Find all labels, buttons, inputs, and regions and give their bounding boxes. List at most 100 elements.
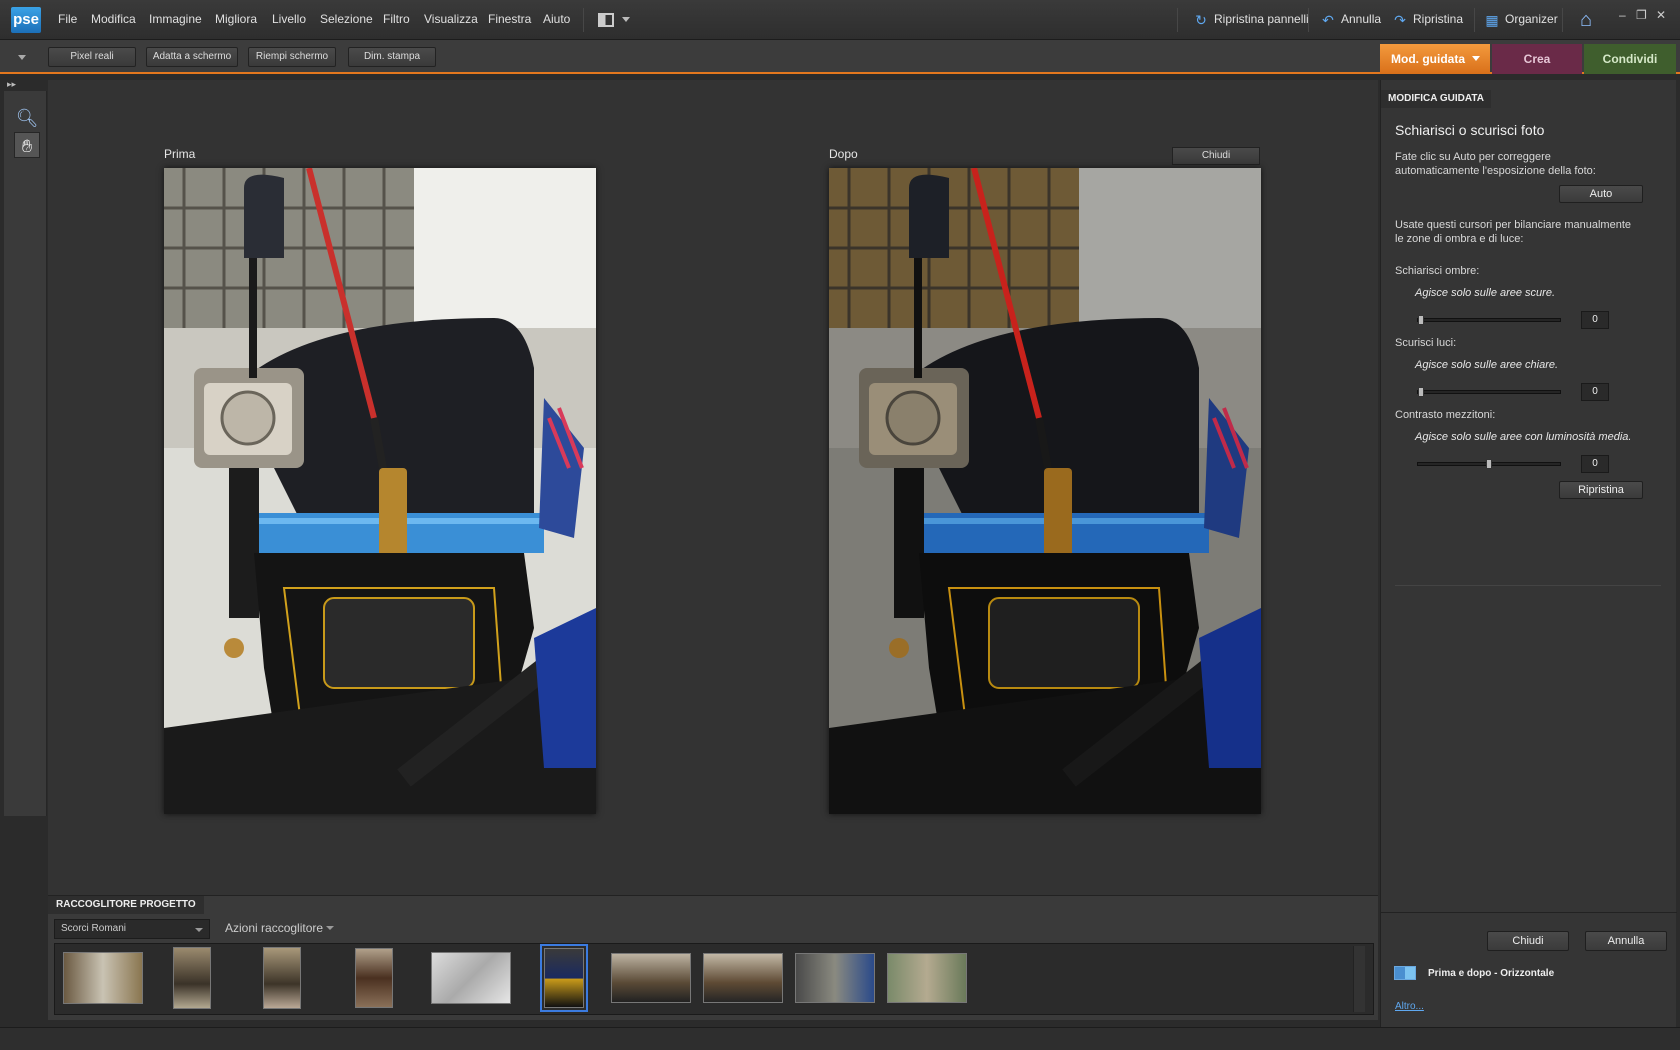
fit-screen-button[interactable]: Adatta a schermo xyxy=(146,47,238,67)
midtone-label: Contrasto mezzitoni: xyxy=(1395,409,1496,421)
hand-tool-icon[interactable]: ✋︎ xyxy=(14,132,40,158)
menu-livello[interactable]: Livello xyxy=(272,12,306,26)
menu-immagine[interactable]: Immagine xyxy=(149,12,202,26)
chevron-down-icon xyxy=(622,17,630,22)
tab-share[interactable]: Condividi xyxy=(1584,44,1676,74)
thumbnail[interactable] xyxy=(703,953,783,1003)
layout-button[interactable] xyxy=(598,11,632,29)
menu-aiuto[interactable]: Aiuto xyxy=(543,12,570,26)
reset-panels-label: Ripristina pannelli xyxy=(1214,12,1309,26)
before-photo[interactable] xyxy=(164,168,596,814)
done-button[interactable]: Chiudi xyxy=(1487,931,1569,951)
menu-migliora[interactable]: Migliora xyxy=(215,12,257,26)
before-label: Prima xyxy=(164,147,196,161)
guided-edit-panel: MODIFICA GUIDATA Schiarisci o scurisci f… xyxy=(1380,80,1677,1027)
redo-button[interactable]: ↷ Ripristina xyxy=(1392,12,1463,27)
auto-button[interactable]: Auto xyxy=(1559,185,1643,203)
options-bar: Pixel reali Adatta a schermo Riempi sche… xyxy=(0,40,1680,74)
thumbnail[interactable] xyxy=(63,952,143,1004)
print-size-button[interactable]: Dim. stampa xyxy=(348,47,436,67)
chevron-down-icon xyxy=(195,928,203,932)
tab-create[interactable]: Crea xyxy=(1492,44,1582,74)
menu-finestra[interactable]: Finestra xyxy=(488,12,531,26)
album-select-value: Scorci Romani xyxy=(61,923,127,934)
layout-grid-icon xyxy=(598,13,614,27)
slider-thumb[interactable] xyxy=(1418,315,1424,325)
after-photo[interactable] xyxy=(829,168,1261,814)
thumbnail[interactable] xyxy=(355,948,393,1008)
menu-file[interactable]: File xyxy=(58,12,77,26)
manual-instructions: Usate questi cursori per bilanciare manu… xyxy=(1395,219,1632,245)
organizer-label: Organizer xyxy=(1505,12,1558,26)
status-bar xyxy=(0,1027,1680,1050)
project-bin-title: RACCOGLITORE PROGETTO xyxy=(48,896,204,914)
undo-button[interactable]: ↶ Annulla xyxy=(1320,12,1381,27)
menu-separator xyxy=(583,8,584,32)
slider-thumb[interactable] xyxy=(1486,459,1492,469)
before-after-horizontal-icon[interactable] xyxy=(1394,966,1416,980)
highlights-slider[interactable] xyxy=(1417,387,1561,397)
thumbnail[interactable] xyxy=(611,953,691,1003)
thumbnail[interactable] xyxy=(887,953,967,1003)
carriage-photo-before xyxy=(164,168,596,814)
tab-guided-edit[interactable]: Mod. guidata xyxy=(1380,44,1490,74)
view-mode-label: Prima e dopo - Orizzontale xyxy=(1428,968,1555,979)
close-preview-button[interactable]: Chiudi xyxy=(1172,147,1260,165)
undo-icon: ↶ xyxy=(1322,12,1334,28)
carriage-photo-after xyxy=(829,168,1261,814)
redo-label: Ripristina xyxy=(1413,12,1464,26)
cancel-button[interactable]: Annulla xyxy=(1585,931,1667,951)
menu-filtro[interactable]: Filtro xyxy=(383,12,410,26)
zoom-tool-icon[interactable]: 🔍︎ xyxy=(14,105,40,131)
midtone-value[interactable]: 0 xyxy=(1581,455,1609,473)
bin-scrollbar[interactable] xyxy=(1353,946,1365,1012)
shadows-slider[interactable] xyxy=(1417,315,1561,325)
organizer-button[interactable]: ▦ Organizer xyxy=(1484,12,1558,27)
fill-screen-button[interactable]: Riempi schermo xyxy=(248,47,336,67)
thumbnail-strip xyxy=(54,943,1374,1015)
reset-button[interactable]: Ripristina xyxy=(1559,481,1643,499)
midtone-hint: Agisce solo sulle aree con luminosità me… xyxy=(1415,431,1632,443)
menu-separator xyxy=(1474,8,1475,32)
close-icon[interactable]: ✕ xyxy=(1656,8,1666,22)
chevron-down-icon xyxy=(1472,56,1480,61)
after-label: Dopo xyxy=(829,147,858,161)
reset-icon: ↻ xyxy=(1195,12,1207,28)
redo-icon: ↷ xyxy=(1394,12,1406,28)
shadows-label: Schiarisci ombre: xyxy=(1395,265,1480,277)
auto-instructions: Fate clic su Auto per correggere automat… xyxy=(1395,151,1596,177)
restore-icon[interactable]: ❐ xyxy=(1636,8,1647,22)
slider-thumb[interactable] xyxy=(1418,387,1424,397)
highlights-value[interactable]: 0 xyxy=(1581,383,1609,401)
thumbnail[interactable] xyxy=(173,947,211,1009)
tab-guided-label: Mod. guidata xyxy=(1391,52,1465,66)
midtone-slider[interactable] xyxy=(1417,459,1561,469)
menu-visualizza[interactable]: Visualizza xyxy=(424,12,478,26)
minimize-icon[interactable]: – xyxy=(1619,8,1626,22)
shadows-hint: Agisce solo sulle aree scure. xyxy=(1415,287,1556,299)
expand-tools-icon[interactable]: ▸▸ xyxy=(7,79,16,90)
thumbnail[interactable] xyxy=(795,953,875,1003)
album-select[interactable]: Scorci Romani xyxy=(54,919,210,939)
reset-panels-button[interactable]: ↻ Ripristina pannelli xyxy=(1193,12,1309,27)
chevron-down-icon xyxy=(326,926,335,930)
thumbnail[interactable] xyxy=(263,947,301,1009)
bin-actions-menu[interactable]: Azioni raccoglitore xyxy=(225,921,335,935)
toolbox: 🔍︎ ✋︎ xyxy=(4,91,47,816)
undo-label: Annulla xyxy=(1341,12,1382,26)
home-icon[interactable]: ⌂ xyxy=(1574,8,1598,32)
chevron-down-icon[interactable] xyxy=(18,55,26,60)
panel-header: MODIFICA GUIDATA xyxy=(1381,90,1491,108)
menu-separator xyxy=(1308,8,1309,32)
menu-separator xyxy=(1177,8,1178,32)
shadows-value[interactable]: 0 xyxy=(1581,311,1609,329)
canvas-area: Prima Dopo Chiudi xyxy=(48,80,1378,895)
more-link[interactable]: Altro... xyxy=(1395,1001,1424,1012)
menu-modifica[interactable]: Modifica xyxy=(91,12,136,26)
menu-selezione[interactable]: Selezione xyxy=(320,12,373,26)
divider xyxy=(1395,585,1661,586)
bin-actions-label: Azioni raccoglitore xyxy=(225,921,324,935)
thumbnail-selected[interactable] xyxy=(540,944,588,1012)
actual-pixels-button[interactable]: Pixel reali xyxy=(48,47,136,67)
thumbnail[interactable] xyxy=(431,952,511,1004)
